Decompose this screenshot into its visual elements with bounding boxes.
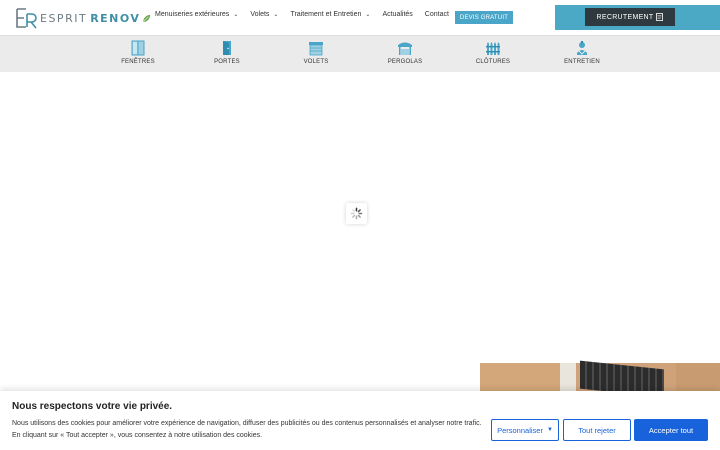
nav-item-contact[interactable]: Contact	[425, 11, 449, 18]
caret-down-icon: ▼	[546, 427, 553, 433]
category-label: VOLETS	[303, 59, 329, 65]
devis-gratuit-button[interactable]: DEVIS GRATUIT	[455, 11, 513, 24]
chevron-down-icon: ⌄	[273, 12, 279, 18]
category-fenetres[interactable]: FENÊTRES	[108, 40, 168, 65]
nav-item-label: Volets	[250, 11, 270, 18]
nav-item-label: Menuiseries extérieures	[155, 11, 230, 18]
category-label: ENTRETIEN	[564, 59, 600, 65]
category-clotures[interactable]: CLÔTURES	[463, 40, 523, 65]
chevron-down-icon: ⌄	[233, 12, 239, 18]
product-image	[676, 363, 720, 393]
logo-word-renov: RENOV	[90, 11, 141, 25]
customize-button[interactable]: Personnaliser ▼	[491, 419, 559, 441]
category-bar: FENÊTRES PORTES VOLETS PERGOLAS CLÔTURES…	[0, 35, 720, 72]
product-image	[560, 363, 576, 393]
site-logo[interactable]: ESPRIT RENOV	[14, 6, 151, 30]
hero-image-strip	[480, 360, 720, 398]
nav-item-menuiseries[interactable]: Menuiseries extérieures ⌄	[155, 11, 238, 18]
product-image	[480, 363, 560, 393]
cookie-text: Nous utilisons des cookies pour améliore…	[12, 420, 482, 439]
nav-item-label: Contact	[424, 11, 449, 18]
main-nav: Menuiseries extérieures ⌄ Volets ⌄ Trait…	[155, 11, 461, 18]
chevron-down-icon: ⌄	[365, 12, 371, 18]
logo-text: ESPRIT RENOV	[40, 12, 151, 25]
document-icon	[656, 13, 664, 21]
nav-item-label: Actualités	[382, 11, 413, 18]
fence-icon	[486, 42, 500, 55]
pergola-icon	[398, 42, 412, 55]
nav-item-actualites[interactable]: Actualités	[382, 11, 412, 18]
cookie-title: Nous respectons votre vie privée.	[12, 401, 173, 412]
recrutement-button[interactable]: RECRUTEMENT	[585, 8, 675, 26]
nav-item-traitement[interactable]: Traitement et Entretien ⌄	[290, 11, 370, 18]
cookie-banner: Nous respectons votre vie privée. Nous u…	[0, 391, 720, 450]
window-icon	[131, 40, 145, 56]
shutter-icon	[309, 42, 323, 56]
nav-item-label: Traitement et Entretien	[290, 11, 362, 18]
door-icon	[223, 41, 231, 55]
spinner-icon	[350, 207, 363, 220]
category-label: PERGOLAS	[387, 59, 423, 65]
customize-label: Personnaliser	[497, 425, 543, 435]
category-label: PORTES	[214, 59, 240, 65]
nav-item-volets[interactable]: Volets ⌄	[250, 11, 278, 18]
product-image	[576, 360, 676, 398]
page: ESPRIT RENOV Menuiseries extérieures ⌄ V…	[0, 0, 720, 450]
recrutement-label: RECRUTEMENT	[596, 13, 654, 21]
category-label: CLÔTURES	[475, 59, 511, 65]
maintenance-icon	[577, 41, 587, 55]
category-label: FENÊTRES	[121, 59, 155, 65]
category-pergolas[interactable]: PERGOLAS	[375, 40, 435, 65]
loading-spinner	[346, 203, 367, 224]
recrutement-bar: RECRUTEMENT	[555, 5, 720, 30]
category-portes[interactable]: PORTES	[197, 40, 257, 65]
logo-mark-icon	[16, 8, 37, 29]
category-entretien[interactable]: ENTRETIEN	[552, 40, 612, 65]
accept-all-button[interactable]: Accepter tout	[634, 419, 708, 441]
category-volets[interactable]: VOLETS	[286, 40, 346, 65]
site-header: ESPRIT RENOV Menuiseries extérieures ⌄ V…	[0, 0, 720, 35]
leaf-icon	[143, 14, 151, 22]
reject-all-button[interactable]: Tout rejeter	[563, 419, 631, 441]
logo-word-esprit: ESPRIT	[40, 11, 88, 25]
